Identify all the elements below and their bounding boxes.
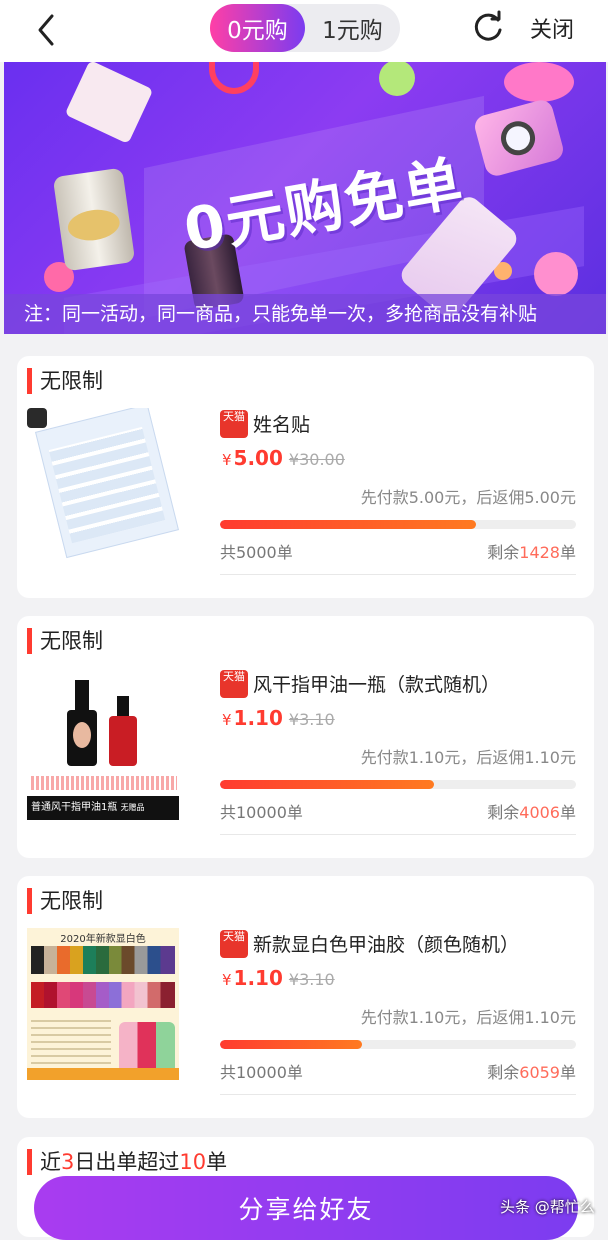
headphones-image <box>209 62 259 94</box>
currency-symbol: ¥ <box>222 971 232 989</box>
remain-label: 剩余 <box>487 543 520 562</box>
mask-image <box>64 62 154 144</box>
remain-unit: 单 <box>559 803 576 822</box>
product-caption-gift: 无赠品 <box>120 803 145 812</box>
limit-tag: 无限制 <box>27 888 103 914</box>
original-price: ¥3.10 <box>288 710 335 729</box>
balloon-decoration <box>504 62 574 102</box>
original-price: ¥3.10 <box>288 970 335 989</box>
product-card[interactable]: 无限制 普通风干指甲油1瓶 无赠品 天猫 风干指甲油一瓶（款式随机） ¥1.10… <box>17 616 594 858</box>
remaining-orders: 剩余1428单 <box>487 539 576 563</box>
color-swatches <box>31 982 175 1008</box>
product-image[interactable]: 2020年新款显白色 <box>27 928 179 1080</box>
nail-gel-bottles-image <box>119 1022 175 1074</box>
divider <box>220 574 576 575</box>
divider <box>220 1094 576 1095</box>
share-button[interactable]: 分享给好友 <box>34 1176 578 1240</box>
payment-note: 先付款5.00元，后返佣5.00元 <box>360 488 576 507</box>
progress-fill <box>220 780 434 789</box>
progress-bar <box>220 780 576 789</box>
remain-count: 4006 <box>519 803 560 822</box>
back-arrow-icon[interactable] <box>28 10 68 50</box>
nail-polish-bottle-image <box>67 680 97 766</box>
crown-badge-icon <box>27 408 47 428</box>
product-image-header: 2020年新款显白色 <box>60 934 146 945</box>
price-value: 1.10 <box>233 706 283 730</box>
mode-switch: 0元购 1元购 <box>210 4 400 52</box>
ball-decoration <box>379 62 415 96</box>
ball-decoration <box>534 252 578 296</box>
total-orders: 共5000单 <box>220 543 293 562</box>
currency-symbol: ¥ <box>222 451 232 469</box>
product-footer-band <box>27 1068 179 1080</box>
tmall-badge-icon: 天猫 <box>220 410 248 438</box>
nail-polish-bottle-image <box>109 696 137 766</box>
camera-image <box>472 97 566 179</box>
divider <box>220 834 576 835</box>
price-value: 5.00 <box>233 446 283 470</box>
price-value: 1.10 <box>233 966 283 990</box>
product-note-text <box>31 1020 111 1064</box>
heading-prefix: 近 <box>40 1150 61 1174</box>
remaining-orders: 剩余6059单 <box>487 1059 576 1083</box>
product-card[interactable]: 无限制 天猫 姓名贴 ¥5.00 ¥30.00 先付款5.00元，后返佣5.00元… <box>17 356 594 598</box>
heading-suffix: 单 <box>206 1150 228 1174</box>
heading-count: 10 <box>179 1150 207 1174</box>
remain-unit: 单 <box>559 1063 576 1082</box>
limit-tag: 无限制 <box>27 628 103 654</box>
heading-middle: 日出单超过 <box>74 1150 180 1174</box>
remain-label: 剩余 <box>487 1063 520 1082</box>
progress-bar <box>220 1040 576 1049</box>
total-orders: 共10000单 <box>220 1063 303 1082</box>
product-card[interactable]: 无限制 2020年新款显白色 天猫 新款显白色甲油胶（颜色随机） ¥1.10 ¥3… <box>17 876 594 1118</box>
section-heading: 近3日出单超过10单 <box>27 1149 227 1175</box>
payment-note: 先付款1.10元，后返佣1.10元 <box>360 748 576 767</box>
price: ¥1.10 ¥3.10 <box>222 966 335 990</box>
tab-0-yuan[interactable]: 0元购 <box>210 4 305 52</box>
remaining-orders: 剩余4006单 <box>487 799 576 823</box>
price: ¥1.10 ¥3.10 <box>222 706 335 730</box>
close-button[interactable]: 关闭 <box>530 12 574 44</box>
remain-count: 6059 <box>519 1063 560 1082</box>
refresh-icon[interactable] <box>470 10 506 46</box>
currency-symbol: ¥ <box>222 711 232 729</box>
label-sheet-image <box>34 408 179 559</box>
tmall-badge-icon: 天猫 <box>220 670 248 698</box>
milk-can-image <box>52 167 136 272</box>
product-image[interactable]: 普通风干指甲油1瓶 无赠品 <box>27 668 179 820</box>
remain-unit: 单 <box>559 543 576 562</box>
remain-count: 1428 <box>519 543 560 562</box>
payment-note: 先付款1.10元，后返佣1.10元 <box>360 1008 576 1027</box>
progress-bar <box>220 520 576 529</box>
price: ¥5.00 ¥30.00 <box>222 446 345 470</box>
watermark: 头条 @帮忙么 <box>500 1198 595 1216</box>
product-caption: 普通风干指甲油1瓶 无赠品 <box>27 796 179 820</box>
product-note-text <box>31 776 177 790</box>
promo-banner[interactable]: 0元购免单 注：同一活动，同一商品，只能免单一次，多抢商品没有补贴 <box>4 62 606 334</box>
tab-1-yuan[interactable]: 1元购 <box>305 4 400 52</box>
color-swatches <box>31 946 175 974</box>
tmall-badge-icon: 天猫 <box>220 930 248 958</box>
limit-tag: 无限制 <box>27 368 103 394</box>
remain-label: 剩余 <box>487 803 520 822</box>
product-title[interactable]: 风干指甲油一瓶（款式随机） <box>253 670 500 697</box>
product-caption-main: 普通风干指甲油1瓶 <box>31 802 118 813</box>
original-price: ¥30.00 <box>288 450 345 469</box>
heading-days: 3 <box>61 1150 75 1174</box>
total-orders: 共10000单 <box>220 803 303 822</box>
banner-notice: 注：同一活动，同一商品，只能免单一次，多抢商品没有补贴 <box>4 294 606 334</box>
product-image[interactable] <box>27 408 179 560</box>
product-title[interactable]: 新款显白色甲油胶（颜色随机） <box>253 930 519 957</box>
product-title[interactable]: 姓名贴 <box>253 410 310 437</box>
top-bar: 0元购 1元购 关闭 <box>0 0 608 62</box>
progress-fill <box>220 520 477 529</box>
progress-fill <box>220 1040 363 1049</box>
